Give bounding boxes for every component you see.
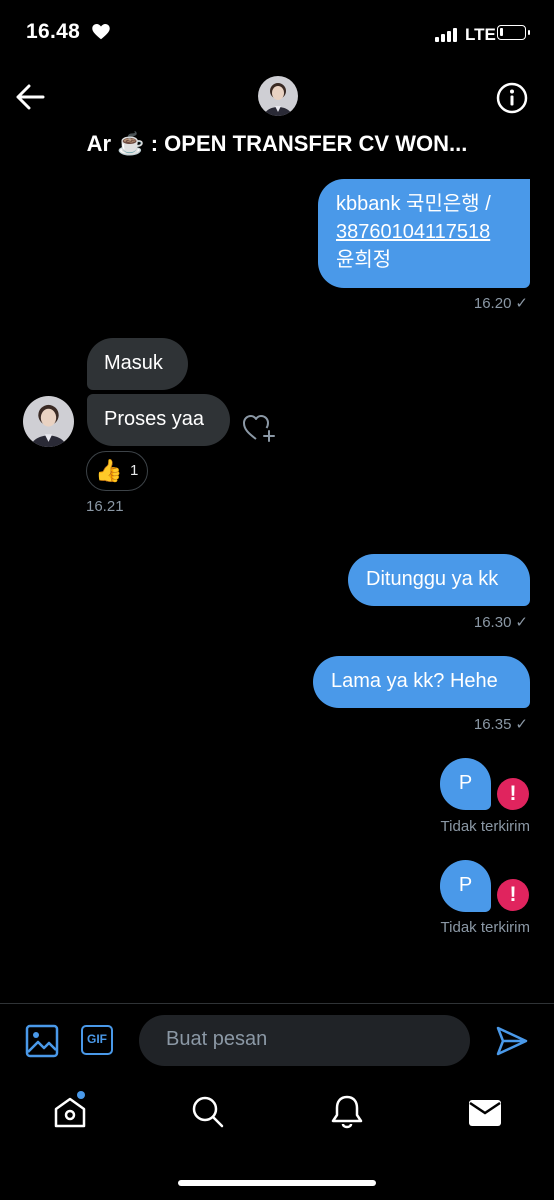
signal-icon [435,26,457,42]
reaction-count: 1 [130,462,139,479]
back-arrow-icon[interactable] [16,84,46,110]
message-status: Tidak terkirim [440,919,530,936]
heart-icon [92,24,110,40]
sent-check-icon: ✓ [515,716,528,733]
message-text-line: kbbank 국민은행 / [336,193,491,215]
search-icon[interactable] [191,1095,225,1129]
notifications-icon[interactable] [330,1094,364,1130]
message-status: Tidak terkirim [440,818,530,835]
message-timestamp: 16.21 [86,498,124,515]
message-timestamp: 16.30 ✓ [473,614,528,631]
network-type: LTE [465,25,496,44]
send-icon[interactable] [495,1025,529,1057]
status-time: 16.48 [26,20,81,43]
message-bubble-outgoing[interactable]: kbbank 국민은행 / 38760104117518 윤희정 [318,179,530,288]
image-icon[interactable] [25,1024,59,1058]
battery-tip [528,30,530,35]
message-text: Proses yaa [104,408,205,430]
message-timestamp: 16.35 ✓ [473,716,528,733]
info-icon[interactable] [496,82,528,114]
error-icon[interactable]: ! [497,778,529,810]
sent-check-icon: ✓ [515,614,528,631]
message-text: Lama ya kk? Hehe [331,670,498,692]
message-bubble-outgoing[interactable]: Lama ya kk? Hehe [313,656,530,708]
error-icon[interactable]: ! [497,879,529,911]
home-indicator [178,1180,376,1186]
react-heart-add-icon[interactable] [242,413,276,443]
conversation-title[interactable]: Ar ☕️ : OPEN TRANSFER CV WON... [0,131,554,157]
message-bubble-outgoing[interactable]: P [440,860,491,912]
sent-check-icon: ✓ [515,295,528,312]
header-divider [0,166,554,174]
avatar[interactable] [258,76,298,116]
battery-icon [497,25,526,40]
sender-avatar[interactable] [23,396,74,447]
message-text-line: 윤희정 [336,249,392,271]
message-input[interactable] [164,1027,448,1052]
message-bubble-incoming[interactable]: Proses yaa [87,394,230,446]
composer-divider [0,1003,554,1004]
gif-icon[interactable]: GIF [81,1025,113,1055]
message-text: Ditunggu ya kk [366,568,499,590]
thumbs-up-emoji: 👍 [95,458,123,483]
message-bubble-outgoing[interactable]: P [440,758,491,810]
message-bubble-incoming[interactable]: Masuk [87,338,188,390]
account-number-link[interactable]: 38760104117518 [336,218,512,246]
message-text: P [458,772,473,794]
messages-icon[interactable] [468,1099,502,1127]
message-input-container [139,1015,470,1066]
message-timestamp: 16.20 ✓ [473,295,528,312]
message-text: Masuk [104,352,163,374]
reaction-badge[interactable]: 👍 1 [86,451,148,491]
message-bubble-outgoing[interactable]: Ditunggu ya kk [348,554,530,606]
home-notification-dot [77,1091,85,1099]
message-text: P [458,874,473,896]
home-icon[interactable] [52,1094,88,1130]
